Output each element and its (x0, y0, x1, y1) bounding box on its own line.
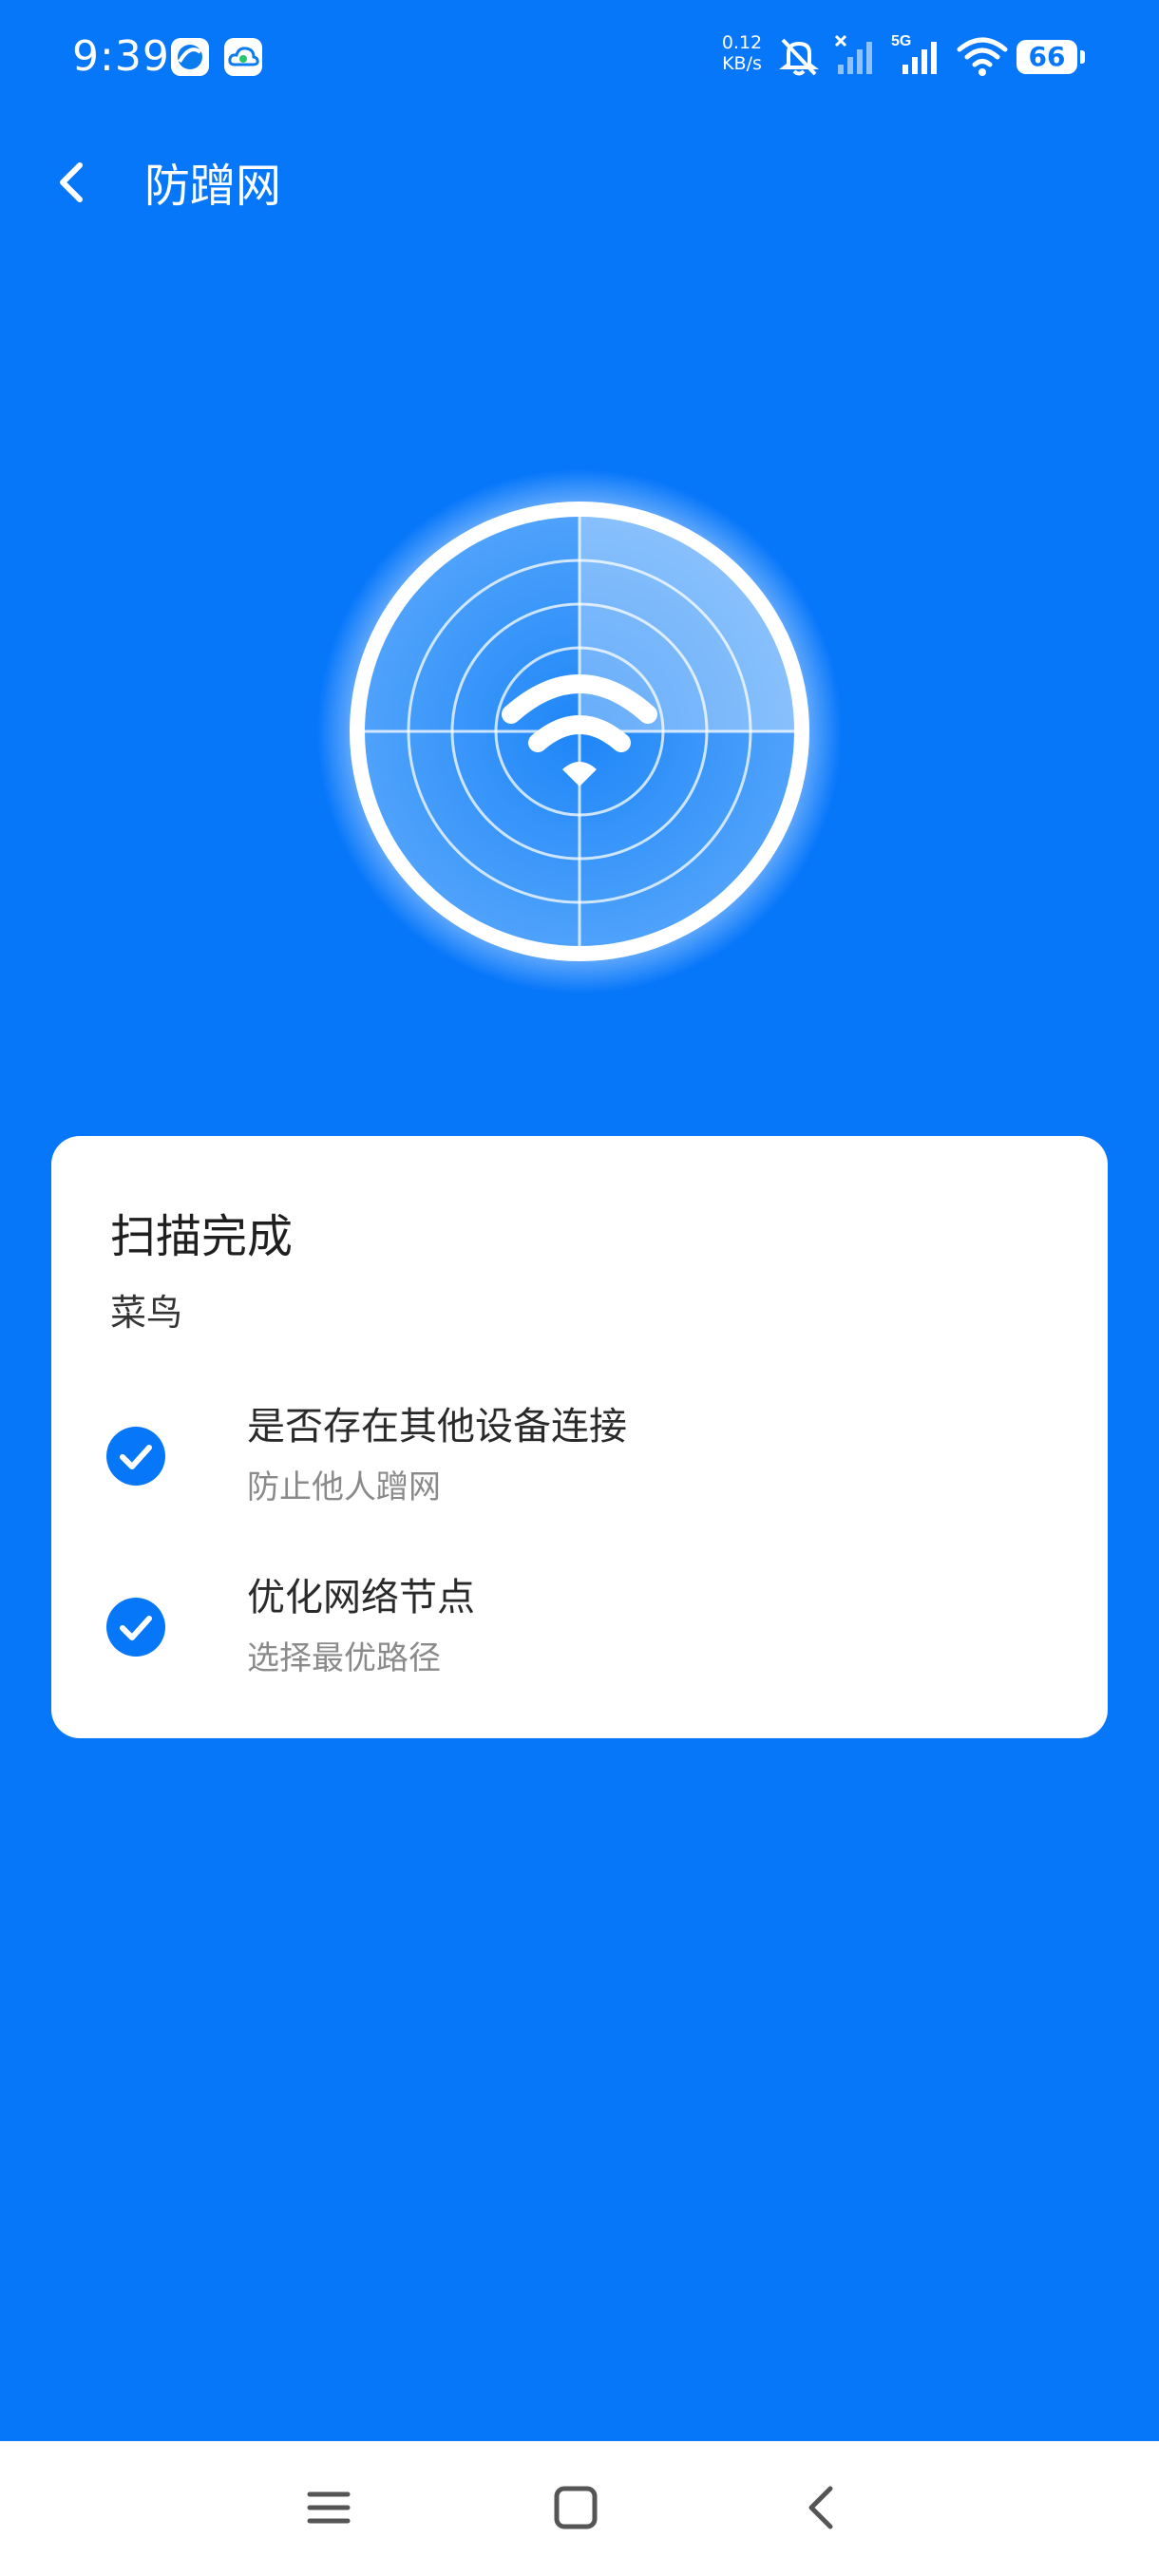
signal-5g-icon: 5G (891, 33, 937, 74)
radar-scan-illustration (317, 469, 842, 994)
home-icon (554, 2486, 598, 2529)
check-item-description: 防止他人蹭网 (247, 1468, 441, 1506)
page-title: 防蹭网 (144, 160, 282, 213)
checkmark-circle-icon (106, 1427, 165, 1486)
chevron-left-icon (60, 162, 83, 202)
checkmark-circle-icon (106, 1598, 165, 1657)
check-item-title: 是否存在其他设备连接 (247, 1405, 627, 1449)
network-name: 菜鸟 (110, 1292, 183, 1334)
wifi-status-icon (957, 37, 1008, 76)
system-back-button[interactable] (788, 2473, 857, 2542)
check-item-description: 选择最优路径 (247, 1639, 441, 1677)
menu-icon (307, 2491, 351, 2524)
back-icon (808, 2486, 833, 2529)
net-speed-value: 0.12 (721, 32, 763, 53)
battery-indicator: 66 (1016, 40, 1085, 74)
check-item-title: 优化网络节点 (247, 1576, 475, 1619)
scan-result-card: 扫描完成 菜鸟 是否存在其他设备连接 防止他人蹭网 优化网络节点 选择最优路径 (51, 1136, 1108, 1738)
status-time: 9:39 (72, 32, 170, 81)
net-speed-unit: KB/s (722, 53, 762, 74)
net-speed: 0.12 KB/s (718, 32, 766, 74)
back-button[interactable] (42, 152, 103, 213)
browser-app-icon (171, 38, 209, 76)
status-bar: 9:39 0.12 KB/s 5G 66 (0, 0, 1159, 114)
signal-no-sim-icon (834, 34, 872, 74)
signal-type-label: 5G (891, 33, 911, 49)
cloud-app-icon (224, 38, 262, 76)
check-item-optimize-nodes: 优化网络节点 选择最优路径 (106, 1571, 1056, 1685)
system-navigation-bar (0, 2441, 1159, 2576)
bell-muted-icon (779, 38, 819, 76)
recent-apps-button[interactable] (294, 2473, 363, 2542)
check-item-other-devices: 是否存在其他设备连接 防止他人蹭网 (106, 1400, 1056, 1514)
scan-status-title: 扫描完成 (110, 1210, 294, 1263)
home-button[interactable] (542, 2473, 610, 2542)
